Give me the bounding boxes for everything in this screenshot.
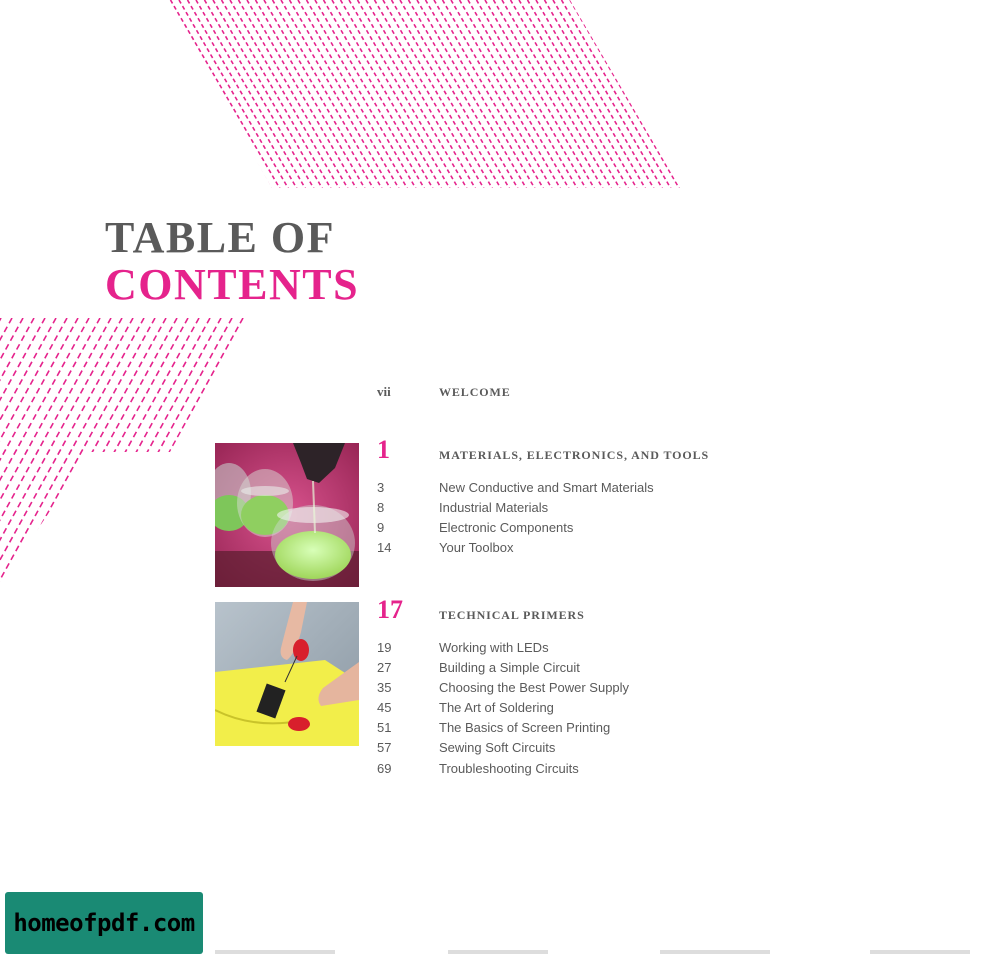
footer-text: [448, 950, 548, 954]
toc-entry-page: 8: [377, 500, 385, 515]
chapter-1-number: 1: [377, 435, 390, 464]
toc-entry-title: The Art of Soldering: [439, 700, 554, 715]
toc-entry-page: 14: [377, 540, 392, 555]
page-title: TABLE OF CONTENTS: [105, 214, 359, 308]
chapter-17-photo: [215, 602, 359, 746]
footer-text: [870, 950, 970, 954]
footer-text: [660, 950, 770, 954]
footer-text: [215, 950, 335, 954]
chapter-1-photo: [215, 443, 359, 587]
toc-entry-page: 51: [377, 720, 392, 735]
toc-entry-title: Choosing the Best Power Supply: [439, 680, 630, 695]
toc-entry-title: Building a Simple Circuit: [439, 660, 580, 675]
chapter-17-heading: TECHNICAL PRIMERS: [439, 608, 585, 622]
title-line-1: TABLE OF: [105, 213, 336, 262]
welcome-page-number: vii: [377, 384, 391, 399]
toc-entry-title: The Basics of Screen Printing: [439, 720, 611, 735]
toc-entry-title: Working with LEDs: [439, 640, 549, 655]
watermark-badge: homeofpdf.com: [5, 892, 203, 954]
toc-entry-title: Your Toolbox: [439, 540, 514, 555]
toc-entry-page: 69: [377, 761, 392, 776]
toc-entry-page: 9: [377, 520, 385, 535]
toc-entry-page: 57: [377, 740, 392, 755]
toc-entry-page: 45: [377, 700, 392, 715]
chapter-17-number: 17: [377, 595, 403, 624]
watermark-text: homeofpdf.com: [13, 909, 195, 937]
toc-entry-title: Troubleshooting Circuits: [439, 761, 579, 776]
toc-entry-page: 3: [377, 480, 385, 495]
toc-entry-title: Sewing Soft Circuits: [439, 740, 556, 755]
hatch-pattern-decoration: [0, 0, 680, 585]
toc-entry-page: 27: [377, 660, 392, 675]
toc-entry-page: 19: [377, 640, 392, 655]
title-line-2: CONTENTS: [105, 260, 360, 309]
toc-entry-page: 35: [377, 680, 392, 695]
chapter-1-heading: MATERIALS, ELECTRONICS, AND TOOLS: [439, 448, 710, 462]
toc-entry-title: Electronic Components: [439, 520, 574, 535]
toc-entry-title: New Conductive and Smart Materials: [439, 480, 654, 495]
toc-entry-title: Industrial Materials: [439, 500, 549, 515]
welcome-heading: WELCOME: [439, 385, 511, 399]
